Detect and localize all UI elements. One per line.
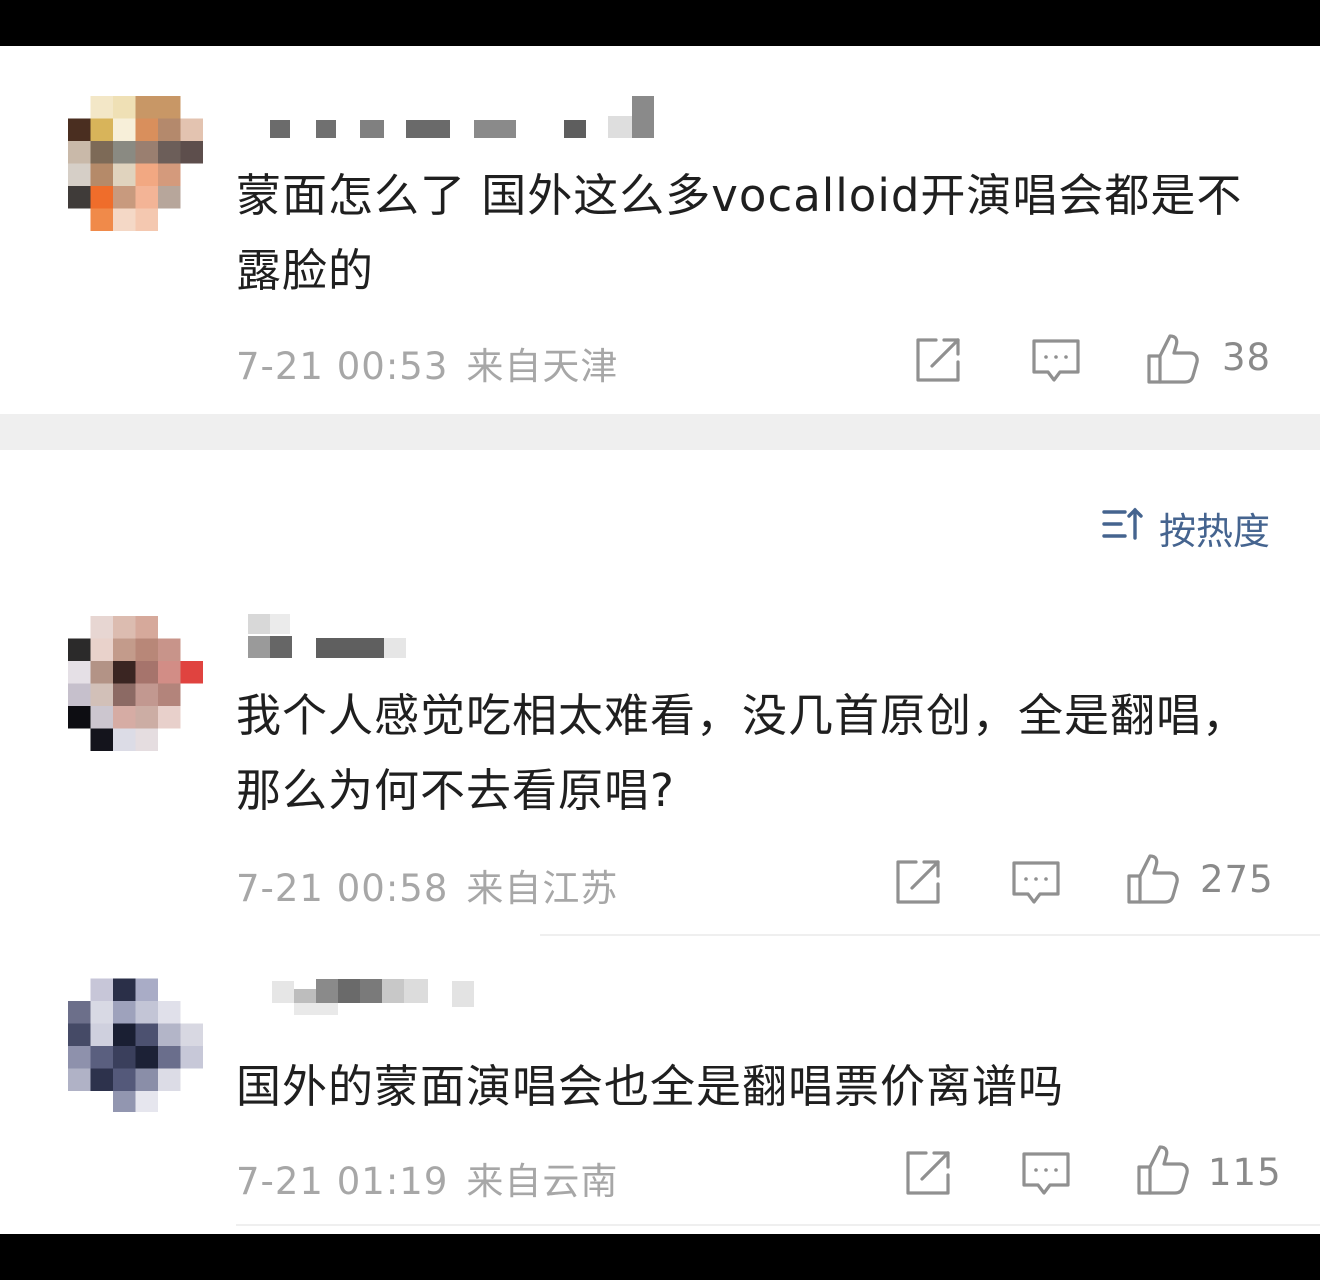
comment-icon[interactable] xyxy=(1010,856,1062,908)
comment-item: 国外的蒙面演唱会也全是翻唱票价离谱吗 7-21 01:19 来自云南 115 xyxy=(0,951,1320,1234)
comment-list: 蒙面怎么了 国外这么多vocalloid开演唱会都是不露脸的 7-21 00:5… xyxy=(0,46,1320,1234)
like-count: 275 xyxy=(1200,858,1274,901)
comment-text: 蒙面怎么了 国外这么多vocalloid开演唱会都是不露脸的 xyxy=(236,169,1243,297)
comment-text: 国外的蒙面演唱会也全是翻唱票价离谱吗 xyxy=(236,1060,1065,1113)
thumbs-up-icon[interactable] xyxy=(1136,1143,1189,1195)
like-count: 38 xyxy=(1222,336,1272,379)
share-icon[interactable] xyxy=(892,856,944,908)
sort-label: 按热度 xyxy=(1159,510,1270,553)
comment-meta: 7-21 00:53 来自天津 xyxy=(236,336,618,390)
divider xyxy=(236,1224,1320,1226)
timestamp: 7-21 00:58 xyxy=(236,867,449,910)
username[interactable] xyxy=(240,977,490,1017)
comment-item: 我个人感觉吃相太难看，没几首原创，全是翻唱，那么为何不去看原唱? 7-21 00… xyxy=(0,586,1320,946)
bottom-black-bar xyxy=(0,1234,1320,1280)
section-separator xyxy=(0,414,1320,450)
thumbs-up-icon[interactable] xyxy=(1146,332,1199,384)
divider xyxy=(540,934,1320,936)
share-icon[interactable] xyxy=(902,1147,954,1199)
location: 来自云南 xyxy=(466,1160,619,1203)
top-black-bar xyxy=(0,0,1320,46)
thumbs-up-icon[interactable] xyxy=(1126,852,1179,904)
sort-icon xyxy=(1101,506,1145,551)
location: 来自天津 xyxy=(466,345,619,388)
comment-icon[interactable] xyxy=(1020,1147,1072,1199)
share-icon[interactable] xyxy=(912,334,964,386)
like-count: 115 xyxy=(1208,1151,1282,1194)
comment-meta: 7-21 01:19 来自云南 xyxy=(236,1151,618,1205)
timestamp: 7-21 00:53 xyxy=(236,345,449,388)
avatar[interactable] xyxy=(68,977,203,1112)
comment-text: 我个人感觉吃相太难看，没几首原创，全是翻唱，那么为何不去看原唱? xyxy=(236,689,1249,817)
location: 来自江苏 xyxy=(466,867,619,910)
comment-meta: 7-21 00:58 来自江苏 xyxy=(236,858,618,912)
comment-icon[interactable] xyxy=(1030,334,1082,386)
username[interactable] xyxy=(240,612,440,658)
avatar[interactable] xyxy=(68,96,203,231)
comment-item: 蒙面怎么了 国外这么多vocalloid开演唱会都是不露脸的 7-21 00:5… xyxy=(0,46,1320,414)
sort-by-hot[interactable]: 按热度 xyxy=(1101,501,1270,555)
username[interactable] xyxy=(240,96,660,138)
avatar[interactable] xyxy=(68,616,203,751)
timestamp: 7-21 01:19 xyxy=(236,1160,449,1203)
